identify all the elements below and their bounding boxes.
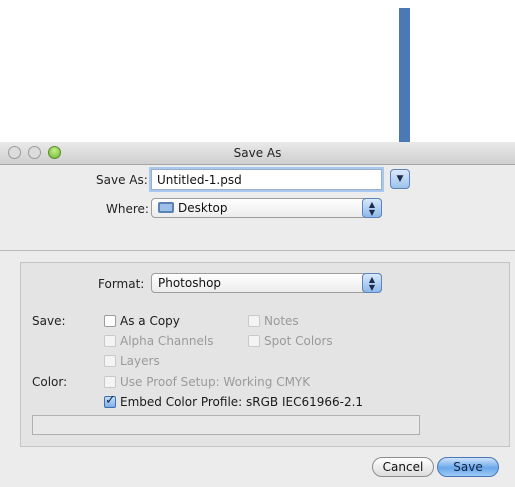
updown-arrows-icon: ▲ ▼	[362, 273, 382, 293]
spot-colors-checkbox[interactable]: Spot Colors	[248, 334, 333, 348]
use-proof-setup-checkbox[interactable]: Use Proof Setup: Working CMYK	[104, 375, 310, 389]
format-popup[interactable]: Photoshop ▲ ▼	[151, 273, 382, 293]
save-options-label: Save:	[32, 314, 66, 328]
layers-label: Layers	[120, 354, 160, 368]
alpha-channels-label: Alpha Channels	[120, 334, 214, 348]
alpha-channels-checkbox[interactable]: Alpha Channels	[104, 334, 213, 348]
window-title: Save As	[233, 146, 282, 160]
info-field	[32, 415, 420, 435]
layers-checkbox[interactable]: Layers	[104, 354, 160, 368]
save-as-dialog: Save As Save As: Untitled-1.psd ▼ Where:…	[0, 142, 515, 487]
as-a-copy-checkbox[interactable]: As a Copy	[104, 314, 180, 328]
checkbox-box[interactable]	[248, 315, 260, 327]
filename-input[interactable]: Untitled-1.psd	[151, 169, 382, 190]
section-divider	[0, 250, 515, 251]
where-label: Where:	[106, 202, 149, 216]
checkbox-box[interactable]	[104, 335, 116, 347]
desktop-folder-icon	[158, 202, 174, 213]
use-proof-setup-label: Use Proof Setup: Working CMYK	[120, 375, 311, 389]
spot-colors-label: Spot Colors	[264, 334, 333, 348]
as-a-copy-label: As a Copy	[120, 314, 180, 328]
where-popup[interactable]: Desktop ▲ ▼	[151, 198, 382, 218]
format-label: Format:	[98, 277, 145, 291]
save-as-label: Save As:	[96, 173, 148, 187]
title-bar: Save As	[0, 142, 515, 165]
color-options-label: Color:	[32, 375, 68, 389]
checkbox-box[interactable]	[104, 355, 116, 367]
checkbox-box[interactable]	[104, 315, 116, 327]
where-value: Desktop	[178, 201, 228, 215]
checkbox-box-checked[interactable]	[104, 393, 116, 408]
expand-dialog-button[interactable]: ▼	[390, 169, 410, 189]
format-value: Photoshop	[158, 276, 222, 290]
save-button[interactable]: Save	[437, 457, 499, 477]
annotation-arrow-shaft	[399, 8, 410, 148]
notes-checkbox[interactable]: Notes	[248, 314, 299, 328]
cancel-button[interactable]: Cancel	[372, 457, 434, 477]
embed-color-profile-label: Embed Color Profile: sRGB IEC61966-2.1	[120, 395, 364, 409]
embed-color-profile-checkbox[interactable]: Embed Color Profile: sRGB IEC61966-2.1	[104, 393, 364, 409]
notes-label: Notes	[264, 314, 299, 328]
updown-arrows-icon: ▲ ▼	[362, 198, 382, 218]
chevron-down-icon: ▼	[396, 174, 404, 184]
checkbox-box[interactable]	[248, 335, 260, 347]
checkbox-box[interactable]	[104, 376, 116, 388]
